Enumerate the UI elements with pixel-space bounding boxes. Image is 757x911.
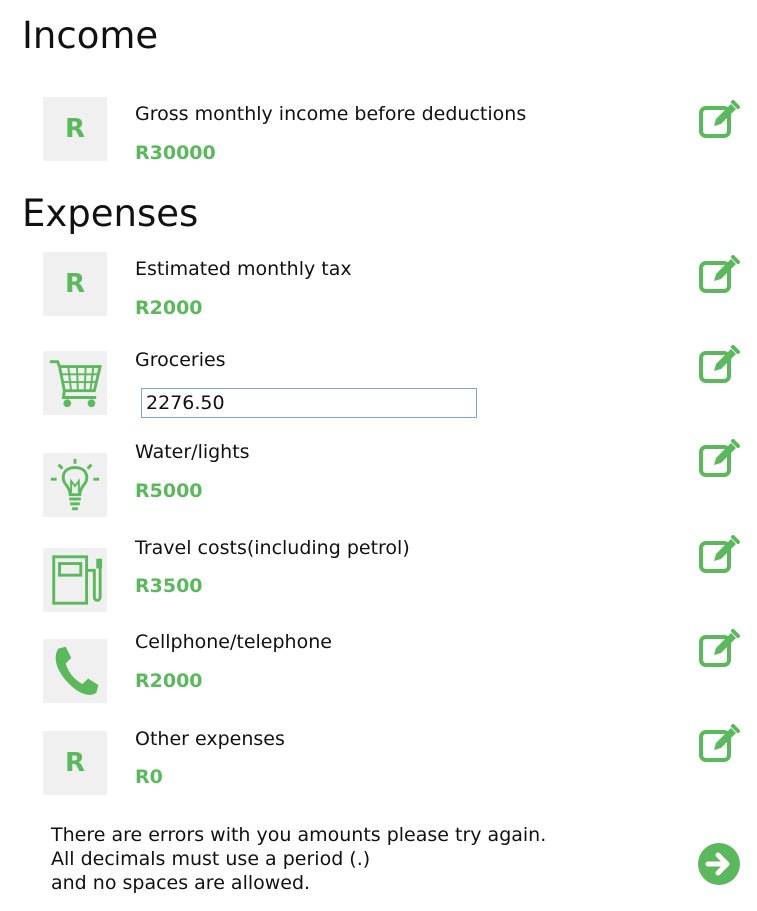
edit-icon[interactable]: [697, 254, 741, 298]
item-label: Groceries: [135, 349, 226, 371]
item-amount: R0: [135, 766, 163, 788]
telephone-icon: [43, 639, 107, 703]
shopping-cart-icon: [43, 351, 107, 415]
edit-icon[interactable]: [697, 628, 741, 672]
expenses-heading: Expenses: [22, 192, 199, 235]
item-label: Estimated monthly tax: [135, 258, 352, 280]
groceries-amount-input[interactable]: [141, 388, 477, 418]
item-amount: R2000: [135, 297, 203, 319]
error-message: There are errors with you amounts please…: [51, 823, 546, 895]
item-label: Other expenses: [135, 728, 285, 750]
rand-icon: R: [43, 731, 107, 795]
item-amount: R2000: [135, 670, 203, 692]
item-label: Travel costs(including petrol): [135, 537, 410, 559]
error-message-line: All decimals must use a period (.): [51, 848, 371, 870]
next-arrow-icon[interactable]: [697, 842, 741, 886]
income-heading: Income: [22, 14, 159, 57]
edit-icon[interactable]: [697, 344, 741, 388]
error-message-line: and no spaces are allowed.: [51, 872, 311, 894]
item-amount: R5000: [135, 480, 203, 502]
edit-icon[interactable]: [697, 438, 741, 482]
rand-icon: R: [43, 252, 107, 316]
item-label: Gross monthly income before deductions: [135, 103, 527, 125]
item-label: Cellphone/telephone: [135, 631, 332, 653]
item-amount: R3500: [135, 575, 203, 597]
fuel-pump-icon: [43, 548, 107, 612]
item-amount: R30000: [135, 142, 216, 164]
light-bulb-icon: [43, 453, 107, 517]
item-label: Water/lights: [135, 441, 250, 463]
edit-icon[interactable]: [697, 99, 741, 143]
edit-icon[interactable]: [697, 723, 741, 767]
rand-icon: R: [43, 97, 107, 161]
error-message-line: There are errors with you amounts please…: [51, 824, 547, 846]
edit-icon[interactable]: [697, 534, 741, 578]
